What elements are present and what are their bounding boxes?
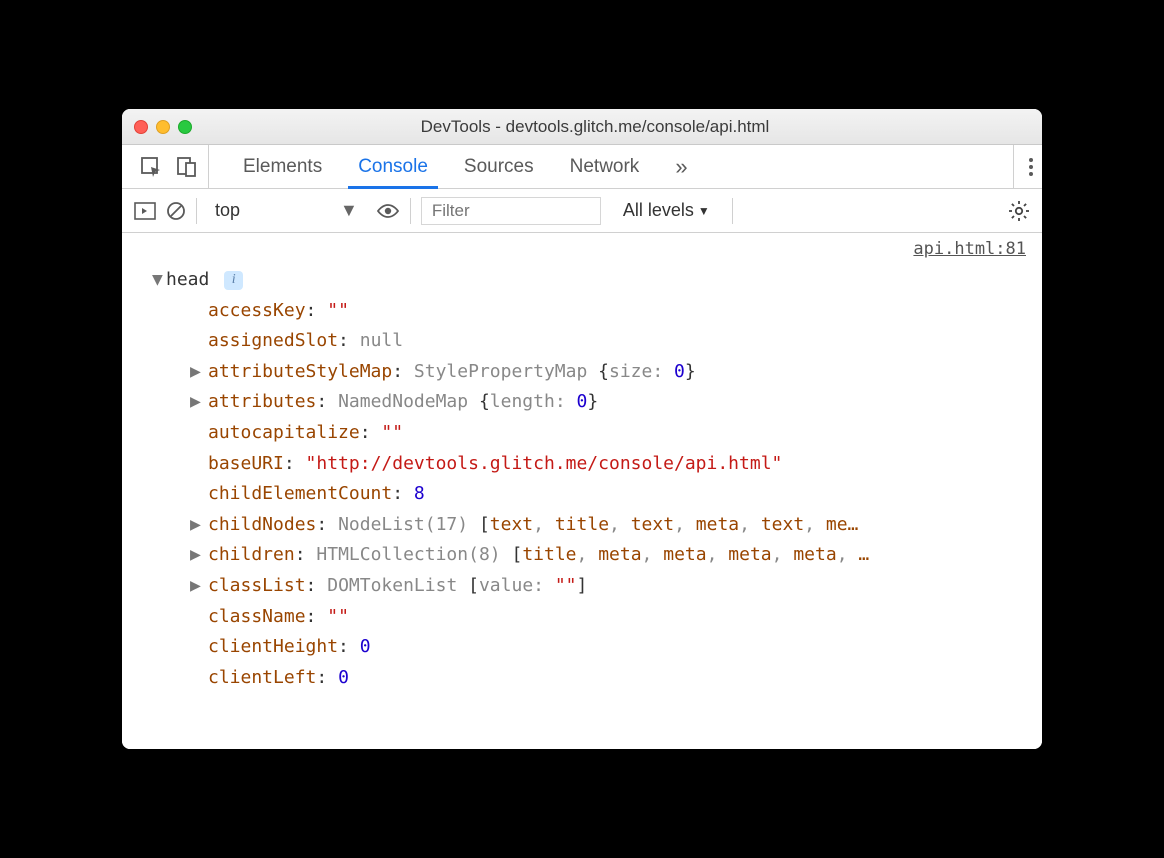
tabs-overflow-button[interactable]: » (657, 145, 705, 188)
source-link[interactable]: api.html:81 (122, 233, 1042, 261)
device-toolbar-icon[interactable] (176, 156, 198, 178)
prop-baseuri[interactable]: baseURI: "http://devtools.glitch.me/cons… (132, 449, 1032, 480)
devtools-window: DevTools - devtools.glitch.me/console/ap… (122, 109, 1042, 749)
tab-console[interactable]: Console (340, 145, 446, 188)
collapse-arrow-icon: ▼ (152, 265, 164, 296)
tab-elements[interactable]: Elements (225, 145, 340, 188)
prop-children[interactable]: ▶children: HTMLCollection(8) [title, met… (132, 540, 1032, 571)
filter-input[interactable] (421, 197, 601, 225)
window-close-button[interactable] (134, 120, 148, 134)
prop-attributes[interactable]: ▶attributes: NamedNodeMap {length: 0} (132, 387, 1032, 418)
kebab-menu-icon[interactable] (1028, 156, 1034, 178)
expand-arrow-icon: ▶ (190, 510, 202, 541)
prop-classlist[interactable]: ▶classList: DOMTokenList [value: ""] (132, 571, 1032, 602)
tabs-left-group (130, 145, 209, 188)
console-output: ▼head i accessKey: "" assignedSlot: null… (122, 261, 1042, 749)
expand-arrow-icon: ▶ (190, 571, 202, 602)
chevron-down-icon: ▼ (698, 204, 710, 218)
tab-sources[interactable]: Sources (446, 145, 552, 188)
prop-accesskey[interactable]: accessKey: "" (132, 296, 1032, 327)
prop-attributestylemap[interactable]: ▶attributeStyleMap: StylePropertyMap {si… (132, 357, 1032, 388)
context-label: top (215, 200, 240, 221)
console-settings-icon[interactable] (1008, 200, 1030, 222)
object-root[interactable]: ▼head i (132, 265, 1032, 296)
toolbar-divider-2 (410, 198, 411, 224)
tabs-list: Elements Console Sources Network » (209, 145, 1013, 188)
prop-assignedslot[interactable]: assignedSlot: null (132, 326, 1032, 357)
chevron-down-icon: ▼ (340, 200, 358, 221)
clear-console-icon[interactable] (166, 201, 186, 221)
inspect-element-icon[interactable] (140, 156, 162, 178)
titlebar: DevTools - devtools.glitch.me/console/ap… (122, 109, 1042, 145)
root-label: head (166, 269, 209, 290)
tabs-row: Elements Console Sources Network » (122, 145, 1042, 189)
prop-autocapitalize[interactable]: autocapitalize: "" (132, 418, 1032, 449)
expand-arrow-icon: ▶ (190, 357, 202, 388)
live-expression-icon[interactable] (376, 203, 400, 219)
prop-childelementcount[interactable]: childElementCount: 8 (132, 479, 1032, 510)
toolbar-divider (196, 198, 197, 224)
window-title: DevTools - devtools.glitch.me/console/ap… (160, 117, 1030, 137)
tab-network[interactable]: Network (552, 145, 658, 188)
info-badge-icon[interactable]: i (224, 271, 243, 290)
prop-clientleft[interactable]: clientLeft: 0 (132, 663, 1032, 694)
levels-label: All levels (623, 200, 694, 221)
console-toolbar: top ▼ All levels ▼ (122, 189, 1042, 233)
prop-classname[interactable]: className: "" (132, 602, 1032, 633)
tabs-menu-group (1013, 145, 1034, 188)
prop-clientheight[interactable]: clientHeight: 0 (132, 632, 1032, 663)
prop-childnodes[interactable]: ▶childNodes: NodeList(17) [text, title, … (132, 510, 1032, 541)
expand-arrow-icon: ▶ (190, 540, 202, 571)
show-console-sidebar-icon[interactable] (134, 201, 156, 221)
expand-arrow-icon: ▶ (190, 387, 202, 418)
execution-context-select[interactable]: top ▼ (207, 197, 366, 224)
log-levels-select[interactable]: All levels ▼ (623, 200, 710, 221)
toolbar-divider-3 (732, 198, 733, 224)
